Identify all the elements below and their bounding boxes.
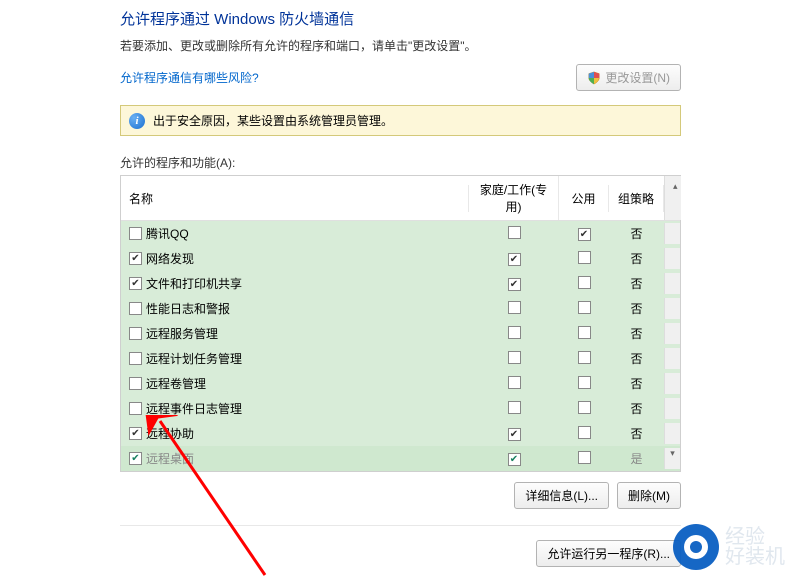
table-row[interactable]: 远程计划任务管理 否 [121, 346, 680, 371]
public-checkbox[interactable] [578, 326, 591, 339]
watermark-text1: 经验 [725, 527, 785, 547]
home-checkbox[interactable] [508, 428, 521, 441]
home-checkbox[interactable] [508, 278, 521, 291]
row-enable-checkbox[interactable] [129, 352, 142, 365]
risk-link[interactable]: 允许程序通信有哪些风险? [120, 69, 259, 86]
allow-another-button[interactable]: 允许运行另一程序(R)... [536, 540, 681, 567]
row-enable-checkbox[interactable] [129, 227, 142, 240]
info-icon: i [129, 113, 145, 129]
col-policy[interactable]: 组策略 [609, 185, 664, 212]
table-row[interactable]: 性能日志和警报 否 [121, 296, 680, 321]
public-checkbox[interactable] [578, 401, 591, 414]
row-name-label: 远程服务管理 [146, 325, 218, 342]
home-checkbox[interactable] [508, 351, 521, 364]
policy-label: 否 [609, 300, 664, 317]
remove-button[interactable]: 删除(M) [617, 482, 681, 509]
public-checkbox[interactable] [578, 228, 591, 241]
change-settings-button[interactable]: 更改设置(N) [576, 64, 681, 91]
public-checkbox[interactable] [578, 426, 591, 439]
list-label: 允许的程序和功能(A): [120, 154, 681, 171]
row-name-label: 远程协助 [146, 425, 194, 442]
watermark: 经验 好装机 [673, 524, 785, 570]
policy-label: 否 [609, 375, 664, 392]
table-row[interactable]: 网络发现 否 [121, 246, 680, 271]
public-checkbox[interactable] [578, 251, 591, 264]
row-name-label: 性能日志和警报 [146, 300, 230, 317]
col-home[interactable]: 家庭/工作(专用) [469, 176, 559, 220]
home-checkbox[interactable] [508, 253, 521, 266]
row-enable-checkbox[interactable] [129, 402, 142, 415]
public-checkbox[interactable] [578, 451, 591, 464]
policy-label: 否 [609, 400, 664, 417]
row-enable-checkbox[interactable] [129, 327, 142, 340]
change-settings-label: 更改设置(N) [605, 69, 670, 86]
info-text: 出于安全原因，某些设置由系统管理员管理。 [153, 112, 393, 129]
table-row[interactable]: 远程协助 否 [121, 421, 680, 446]
policy-label: 否 [609, 250, 664, 267]
col-name[interactable]: 名称 [121, 185, 469, 212]
public-checkbox[interactable] [578, 301, 591, 314]
row-name-label: 腾讯QQ [146, 225, 189, 242]
row-name-label: 远程事件日志管理 [146, 400, 242, 417]
table-row[interactable]: 远程卷管理 否 [121, 371, 680, 396]
public-checkbox[interactable] [578, 376, 591, 389]
home-checkbox[interactable] [508, 401, 521, 414]
info-bar: i 出于安全原因，某些设置由系统管理员管理。 [120, 105, 681, 136]
policy-label: 否 [609, 325, 664, 342]
row-enable-checkbox[interactable] [129, 277, 142, 290]
row-name-label: 文件和打印机共享 [146, 275, 242, 292]
home-checkbox[interactable] [508, 301, 521, 314]
policy-label: 是 [609, 450, 664, 467]
row-name-label: 网络发现 [146, 250, 194, 267]
col-public[interactable]: 公用 [559, 185, 609, 212]
scroll-down-icon[interactable]: ▾ [665, 448, 680, 459]
home-checkbox[interactable] [508, 376, 521, 389]
table-row[interactable]: 远程服务管理 否 [121, 321, 680, 346]
separator [120, 525, 681, 526]
home-checkbox[interactable] [508, 453, 521, 466]
row-name-label: 远程计划任务管理 [146, 350, 242, 367]
page-title: 允许程序通过 Windows 防火墙通信 [120, 8, 681, 29]
policy-label: 否 [609, 275, 664, 292]
policy-label: 否 [609, 350, 664, 367]
public-checkbox[interactable] [578, 351, 591, 364]
table-row[interactable]: 远程桌面 是▾ [121, 446, 680, 471]
row-name-label: 远程桌面 [146, 450, 194, 467]
home-checkbox[interactable] [508, 226, 521, 239]
logo-icon [673, 524, 719, 570]
table-row[interactable]: 腾讯QQ 否 [121, 221, 680, 246]
details-button[interactable]: 详细信息(L)... [514, 482, 609, 509]
policy-label: 否 [609, 225, 664, 242]
watermark-text2: 好装机 [725, 547, 785, 567]
public-checkbox[interactable] [578, 276, 591, 289]
shield-icon [587, 71, 601, 85]
row-enable-checkbox[interactable] [129, 427, 142, 440]
row-enable-checkbox[interactable] [129, 452, 142, 465]
table-row[interactable]: 文件和打印机共享 否 [121, 271, 680, 296]
policy-label: 否 [609, 425, 664, 442]
row-enable-checkbox[interactable] [129, 252, 142, 265]
table-header: 名称 家庭/工作(专用) 公用 组策略 ▴ [121, 176, 680, 221]
table-row[interactable]: 远程事件日志管理 否 [121, 396, 680, 421]
row-name-label: 远程卷管理 [146, 375, 206, 392]
row-enable-checkbox[interactable] [129, 302, 142, 315]
row-enable-checkbox[interactable] [129, 377, 142, 390]
home-checkbox[interactable] [508, 326, 521, 339]
page-subtitle: 若要添加、更改或删除所有允许的程序和端口，请单击"更改设置"。 [120, 37, 681, 54]
programs-table: 名称 家庭/工作(专用) 公用 组策略 ▴ 腾讯QQ否网络发现否文件和打印机共享… [120, 175, 681, 472]
